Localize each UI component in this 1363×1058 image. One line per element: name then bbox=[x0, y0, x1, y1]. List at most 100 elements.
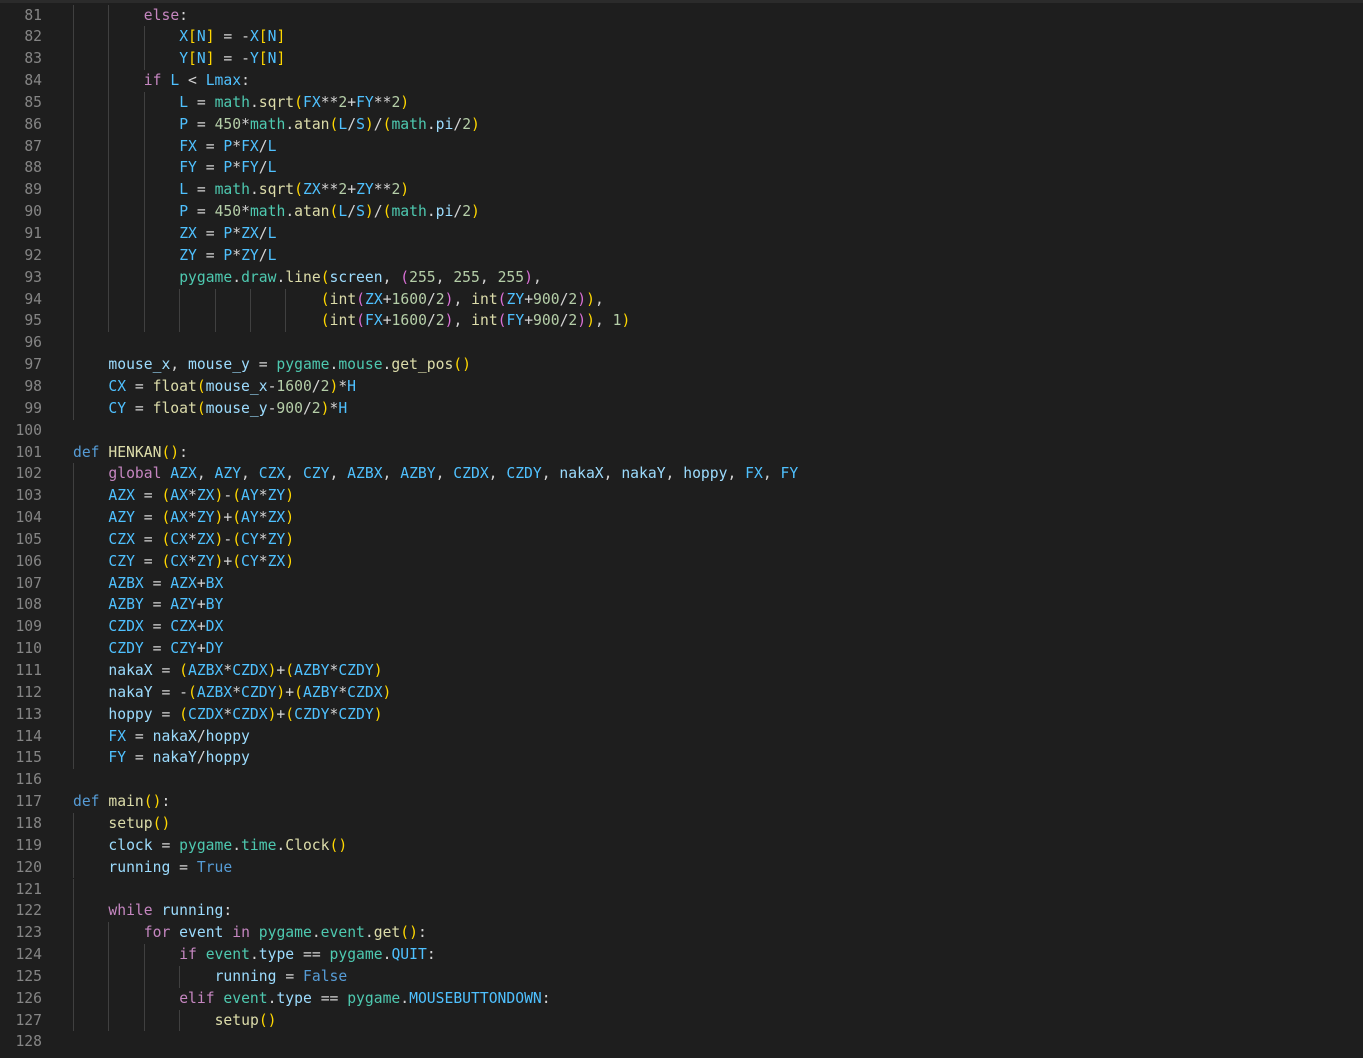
code-text[interactable]: if L < Lmax: bbox=[144, 70, 250, 92]
code-text[interactable]: elif event.type == pygame.MOUSEBUTTONDOW… bbox=[179, 988, 550, 1010]
code-line[interactable]: 83 Y[N] = -Y[N] bbox=[0, 48, 1363, 71]
code-text[interactable]: setup() bbox=[215, 1010, 277, 1032]
code-line[interactable]: 124 if event.type == pygame.QUIT: bbox=[0, 944, 1363, 966]
code-text[interactable]: (int(FX+1600/2), int(FY+900/2)), 1) bbox=[321, 310, 631, 332]
code-line[interactable]: 117 def main(): bbox=[0, 791, 1363, 813]
code-line[interactable]: 91 ZX = P*ZX/L bbox=[0, 223, 1363, 245]
code-line[interactable]: 116 bbox=[0, 769, 1363, 791]
code-line[interactable]: 94 (int(ZX+1600/2), int(ZY+900/2)), bbox=[0, 288, 1363, 311]
code-line[interactable]: 112 nakaY = -(AZBX*CZDY)+(AZBY*CZDX) bbox=[0, 681, 1363, 704]
code-text[interactable]: P = 450*math.atan(L/S)/(math.pi/2) bbox=[179, 201, 480, 223]
code-text[interactable]: setup() bbox=[108, 813, 170, 835]
code-text[interactable]: Y[N] = -Y[N] bbox=[179, 48, 285, 70]
code-text[interactable]: CX = float(mouse_x-1600/2)*H bbox=[108, 376, 356, 398]
code-line[interactable]: 105 CZX = (CX*ZX)-(CY*ZY) bbox=[0, 528, 1363, 551]
code-editor[interactable]: 81 else: 82 X[N] = -X[N] 83 Y[N] = -Y[N] 84 if … bbox=[0, 0, 1363, 1058]
code-text[interactable]: FX = nakaX/hoppy bbox=[108, 726, 250, 748]
code-line[interactable]: 93 pygame.draw.line(screen, (255, 255, 25… bbox=[0, 266, 1363, 289]
indent-guide bbox=[143, 113, 145, 136]
code-text[interactable]: clock = pygame.time.Clock() bbox=[108, 835, 347, 857]
code-line[interactable]: 110 CZDY = CZY+DY bbox=[0, 638, 1363, 660]
code-text[interactable]: CZX = (CX*ZX)-(CY*ZY) bbox=[108, 529, 294, 551]
indent-guide bbox=[108, 266, 110, 289]
code-line[interactable]: 109 CZDX = CZX+DX bbox=[0, 616, 1363, 639]
indent-guide bbox=[143, 288, 145, 311]
code-text[interactable]: global AZX, AZY, CZX, CZY, AZBX, AZBY, C… bbox=[108, 463, 798, 485]
code-line[interactable]: 104 AZY = (AX*ZY)+(AY*ZX) bbox=[0, 507, 1363, 529]
code-text[interactable]: for event in pygame.event.get(): bbox=[144, 922, 427, 944]
code-line[interactable]: 101 def HENKAN(): bbox=[0, 442, 1363, 464]
code-text[interactable]: nakaY = -(AZBX*CZDY)+(AZBY*CZDX) bbox=[108, 682, 391, 704]
code-text[interactable]: CZY = (CX*ZY)+(CY*ZX) bbox=[108, 551, 294, 573]
code-line[interactable]: 108 AZBY = AZY+BY bbox=[0, 594, 1363, 617]
code-text[interactable]: while running: bbox=[108, 900, 232, 922]
code-line[interactable]: 85 L = math.sqrt(FX**2+FY**2) bbox=[0, 91, 1363, 114]
code-line[interactable]: 100 bbox=[0, 420, 1363, 442]
line-number: 119 bbox=[15, 836, 42, 854]
code-text[interactable]: nakaX = (AZBX*CZDX)+(AZBY*CZDY) bbox=[108, 660, 382, 682]
code-line[interactable]: 97 mouse_x, mouse_y = pygame.mouse.get_po… bbox=[0, 354, 1363, 376]
indent-guide bbox=[143, 26, 145, 49]
code-text[interactable]: running = True bbox=[108, 857, 232, 879]
indent-guide bbox=[108, 987, 110, 1010]
line-number: 114 bbox=[15, 727, 42, 745]
code-line[interactable]: 89 L = math.sqrt(ZX**2+ZY**2) bbox=[0, 179, 1363, 202]
line-number: 110 bbox=[15, 640, 42, 658]
code-text[interactable]: CZDX = CZX+DX bbox=[108, 616, 223, 638]
code-line[interactable]: 121 bbox=[0, 878, 1363, 901]
code-text[interactable]: mouse_x, mouse_y = pygame.mouse.get_pos(… bbox=[108, 354, 471, 376]
code-line[interactable]: 120 running = True bbox=[0, 856, 1363, 879]
code-text[interactable]: L = math.sqrt(ZX**2+ZY**2) bbox=[179, 179, 409, 201]
code-line[interactable]: 86 P = 450*math.atan(L/S)/(math.pi/2) bbox=[0, 113, 1363, 136]
code-line[interactable]: 111 nakaX = (AZBX*CZDX)+(AZBY*CZDY) bbox=[0, 660, 1363, 682]
code-line[interactable]: 92 ZY = P*ZY/L bbox=[0, 244, 1363, 267]
code-line[interactable]: 88 FY = P*FY/L bbox=[0, 157, 1363, 180]
code-text[interactable]: CZDY = CZY+DY bbox=[108, 638, 223, 660]
code-text[interactable]: L = math.sqrt(FX**2+FY**2) bbox=[179, 92, 409, 114]
code-text[interactable]: if event.type == pygame.QUIT: bbox=[179, 944, 435, 966]
code-line[interactable]: 99 CY = float(mouse_y-900/2)*H bbox=[0, 397, 1363, 420]
code-text[interactable]: def HENKAN(): bbox=[73, 442, 188, 464]
code-line[interactable]: 125 running = False bbox=[0, 965, 1363, 988]
code-text[interactable]: FY = P*FY/L bbox=[179, 157, 276, 179]
code-line[interactable]: 113 hoppy = (CZDX*CZDX)+(CZDY*CZDY) bbox=[0, 703, 1363, 726]
code-line[interactable]: 107 AZBX = AZX+BX bbox=[0, 572, 1363, 595]
code-text[interactable]: AZY = (AX*ZY)+(AY*ZX) bbox=[108, 507, 294, 529]
code-text[interactable]: AZBX = AZX+BX bbox=[108, 573, 223, 595]
code-line[interactable]: 126 elif event.type == pygame.MOUSEBUTTON… bbox=[0, 987, 1363, 1010]
code-text[interactable]: (int(ZX+1600/2), int(ZY+900/2)), bbox=[321, 289, 604, 311]
code-line[interactable]: 114 FX = nakaX/hoppy bbox=[0, 725, 1363, 748]
code-line[interactable]: 123 for event in pygame.event.get(): bbox=[0, 922, 1363, 945]
code-line[interactable]: 119 clock = pygame.time.Clock() bbox=[0, 834, 1363, 857]
code-text[interactable]: def main(): bbox=[73, 791, 170, 813]
code-line[interactable]: 95 (int(FX+1600/2), int(FY+900/2)), 1) bbox=[0, 310, 1363, 333]
code-text[interactable]: P = 450*math.atan(L/S)/(math.pi/2) bbox=[179, 114, 480, 136]
code-line[interactable]: 82 X[N] = -X[N] bbox=[0, 26, 1363, 49]
code-line[interactable]: 81 else: bbox=[0, 4, 1363, 27]
code-text[interactable]: hoppy = (CZDX*CZDX)+(CZDY*CZDY) bbox=[108, 704, 382, 726]
code-text[interactable]: FX = P*FX/L bbox=[179, 136, 276, 158]
code-line[interactable]: 96 bbox=[0, 332, 1363, 355]
code-text[interactable]: AZX = (AX*ZX)-(AY*ZY) bbox=[108, 485, 294, 507]
code-text[interactable]: AZBY = AZY+BY bbox=[108, 594, 223, 616]
code-line[interactable]: 87 FX = P*FX/L bbox=[0, 135, 1363, 158]
code-text[interactable]: running = False bbox=[215, 966, 348, 988]
code-text[interactable]: else: bbox=[144, 5, 188, 27]
code-line[interactable]: 90 P = 450*math.atan(L/S)/(math.pi/2) bbox=[0, 201, 1363, 223]
code-text[interactable]: CY = float(mouse_y-900/2)*H bbox=[108, 398, 347, 420]
code-text[interactable]: ZY = P*ZY/L bbox=[179, 245, 276, 267]
code-text[interactable]: FY = nakaY/hoppy bbox=[108, 747, 250, 769]
code-line[interactable]: 128 bbox=[0, 1031, 1363, 1053]
code-line[interactable]: 127 setup() bbox=[0, 1009, 1363, 1032]
code-line[interactable]: 106 CZY = (CX*ZY)+(CY*ZX) bbox=[0, 550, 1363, 573]
code-line[interactable]: 98 CX = float(mouse_x-1600/2)*H bbox=[0, 375, 1363, 398]
code-line[interactable]: 102 global AZX, AZY, CZX, CZY, AZBX, AZBY… bbox=[0, 463, 1363, 486]
code-line[interactable]: 103 AZX = (AX*ZX)-(AY*ZY) bbox=[0, 485, 1363, 508]
code-line[interactable]: 122 while running: bbox=[0, 900, 1363, 923]
code-line[interactable]: 118 setup() bbox=[0, 812, 1363, 835]
code-text[interactable]: ZX = P*ZX/L bbox=[179, 223, 276, 245]
code-line[interactable]: 84 if L < Lmax: bbox=[0, 70, 1363, 92]
code-text[interactable]: X[N] = -X[N] bbox=[179, 26, 285, 48]
code-text[interactable]: pygame.draw.line(screen, (255, 255, 255)… bbox=[179, 267, 542, 289]
code-line[interactable]: 115 FY = nakaY/hoppy bbox=[0, 747, 1363, 770]
